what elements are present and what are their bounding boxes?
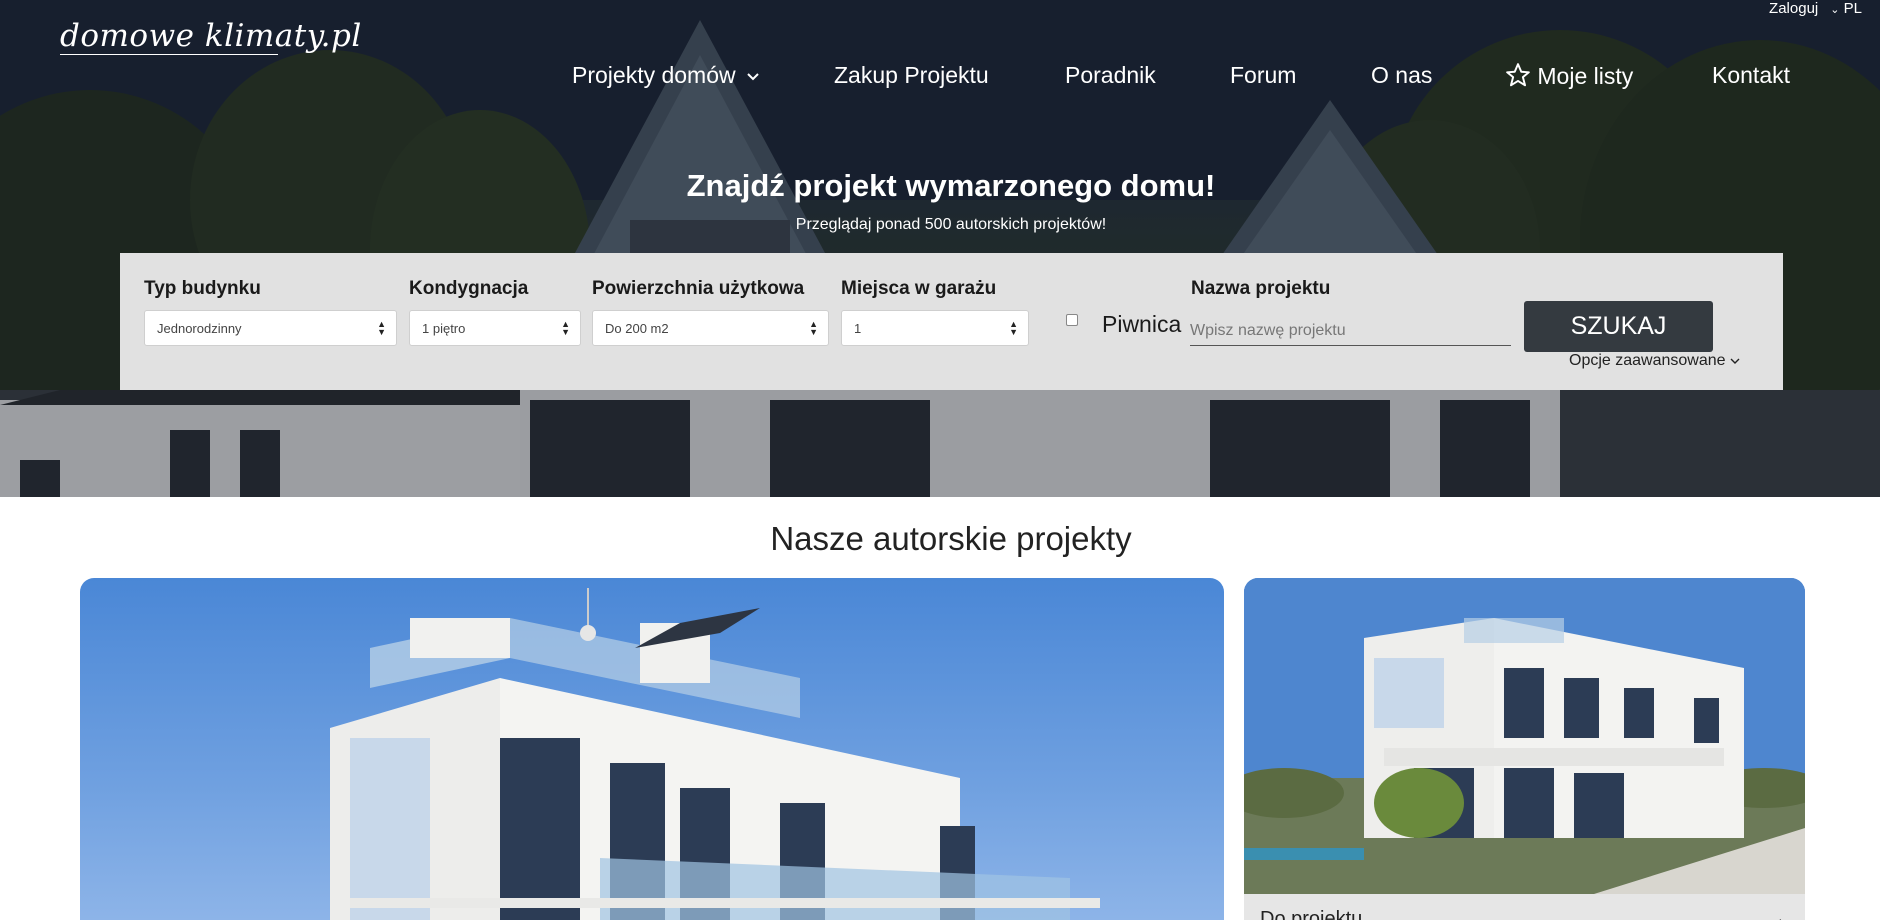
select-arrows-icon: ▲ ▼ [561,319,570,337]
project-card-image [1244,578,1805,894]
nav-o-nas[interactable]: O nas [1371,62,1432,89]
hero-subtitle: Przeglądaj ponad 500 autorskich projektó… [795,216,1107,233]
nav-forum[interactable]: Forum [1230,62,1296,89]
hero-section: domowe klimaty.pl Zaloguj ⌄ PL Projekty … [0,0,1880,497]
building-type-value: Jednorodzinny [157,321,242,336]
nav-kontakt[interactable]: Kontakt [1712,62,1790,89]
project-name-input[interactable] [1190,310,1511,346]
top-utility-bar: Zaloguj ⌄ PL [1769,0,1862,17]
project-name-label: Nazwa projektu [1191,278,1331,299]
search-button[interactable]: SZUKAJ [1524,301,1713,352]
area-select[interactable]: Do 200 m2 ▲ ▼ [592,310,829,346]
basement-checkbox[interactable] [1066,314,1078,326]
nav-moje-listy[interactable]: Moje listy [1505,62,1633,90]
projects-section-title: Nasze autorskie projekty [770,520,1132,557]
login-link[interactable]: Zaloguj [1769,0,1818,17]
garage-select[interactable]: 1 ▲ ▼ [841,310,1029,346]
select-arrows-icon: ▲ ▼ [1009,319,1018,337]
advanced-options-label: Opcje zaawansowane [1569,352,1726,369]
garage-value: 1 [854,321,862,336]
nav-zakup-projektu[interactable]: Zakup Projektu [834,62,989,89]
featured-project-image [330,588,1100,920]
basement-label: Piwnica [1102,311,1182,337]
select-arrows-icon: ▲ ▼ [809,319,818,337]
building-type-label: Typ budynku [144,278,261,299]
logo-underline [60,54,278,55]
garage-label: Miejsca w garażu [841,278,997,299]
language-switcher[interactable]: ⌄ PL [1830,0,1862,17]
project-card-caption: Do projektu → [1244,894,1805,920]
chevron-down-icon [747,73,759,81]
hero-title: Znajdź projekt wymarzonego domu! [686,168,1216,203]
nav-projekty-domow[interactable]: Projekty domów [572,62,760,89]
project-card-link[interactable]: Do projektu [1260,908,1362,920]
floors-label: Kondygnacja [409,278,529,299]
chevron-down-icon [1730,358,1740,364]
floors-select[interactable]: 1 piętro ▲ ▼ [409,310,581,346]
nav-poradnik[interactable]: Poradnik [1065,62,1156,89]
featured-project-card[interactable] [80,578,1224,920]
nav-label: Projekty domów [572,62,736,88]
advanced-options-toggle[interactable]: Opcje zaawansowane [1569,352,1740,370]
nav-label: Moje listy [1537,63,1634,89]
site-logo[interactable]: domowe klimaty.pl [60,18,362,54]
arrow-right-icon[interactable]: → [1767,908,1787,920]
building-type-select[interactable]: Jednorodzinny ▲ ▼ [144,310,397,346]
language-label: PL [1843,0,1862,17]
area-value: Do 200 m2 [605,321,669,336]
select-arrows-icon: ▲ ▼ [377,319,386,337]
star-icon [1506,63,1530,87]
project-card[interactable]: Do projektu → [1244,578,1805,920]
floors-value: 1 piętro [422,321,466,336]
area-label: Powierzchnia użytkowa [592,278,805,299]
chevron-down-icon: ⌄ [1830,4,1840,16]
